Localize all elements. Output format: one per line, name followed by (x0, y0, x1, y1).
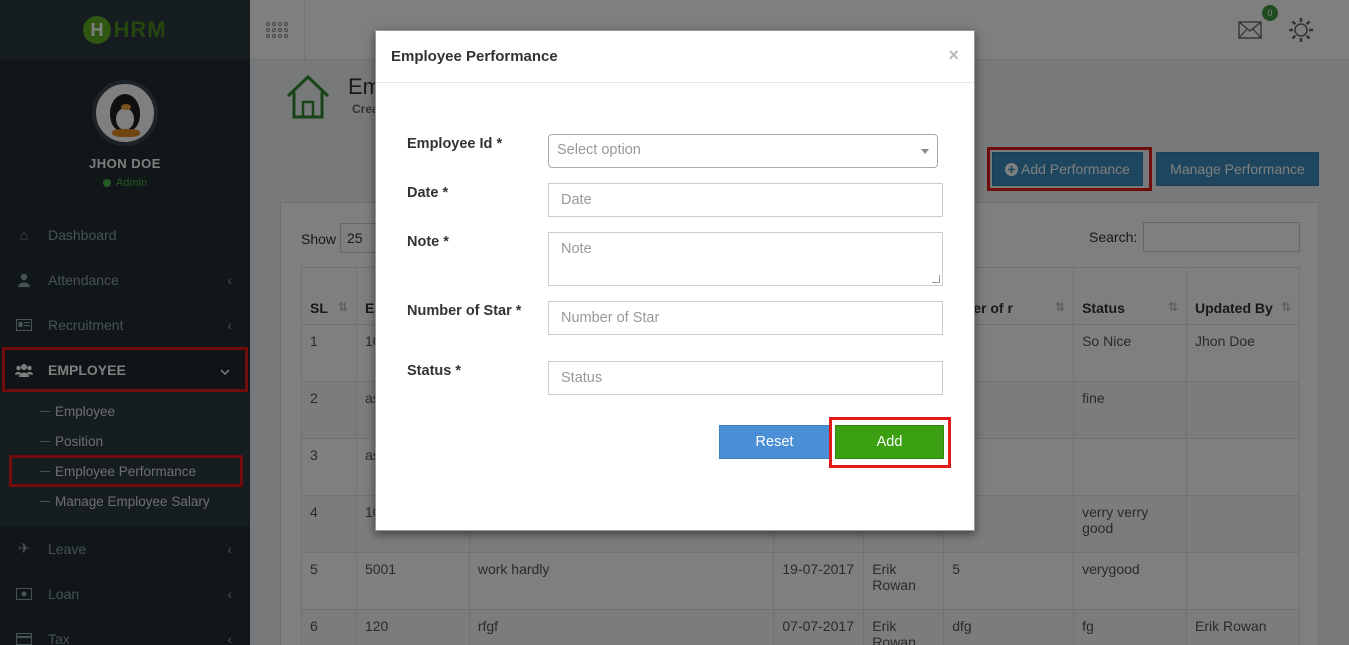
star-label: Number of Star * (407, 303, 522, 319)
app-root: H HRM JHON DOE Admin ⌂ Dashboard Attend (0, 0, 1349, 645)
date-label: Date * (407, 185, 449, 201)
note-placeholder: Note (561, 241, 592, 257)
number-of-star-field[interactable]: Number of Star (548, 301, 943, 335)
status-field[interactable]: Status (548, 361, 943, 395)
note-label: Note * (407, 234, 449, 250)
reset-button[interactable]: Reset (719, 425, 830, 459)
employee-id-select[interactable]: Select option (548, 134, 938, 168)
employee-id-label: Employee Id * (407, 136, 503, 152)
resize-handle-icon[interactable] (932, 275, 940, 283)
close-icon[interactable]: × (948, 45, 959, 66)
employee-id-placeholder: Select option (557, 142, 641, 158)
status-label: Status * (407, 363, 461, 379)
modal-title: Employee Performance (391, 48, 558, 65)
modal-header: Employee Performance × (376, 31, 974, 83)
date-field[interactable]: Date (548, 183, 943, 217)
add-button[interactable]: Add (835, 425, 944, 459)
caret-down-icon (921, 149, 929, 154)
note-textarea[interactable]: Note (548, 232, 943, 286)
employee-performance-modal: Employee Performance × Employee Id * Sel… (375, 30, 975, 531)
